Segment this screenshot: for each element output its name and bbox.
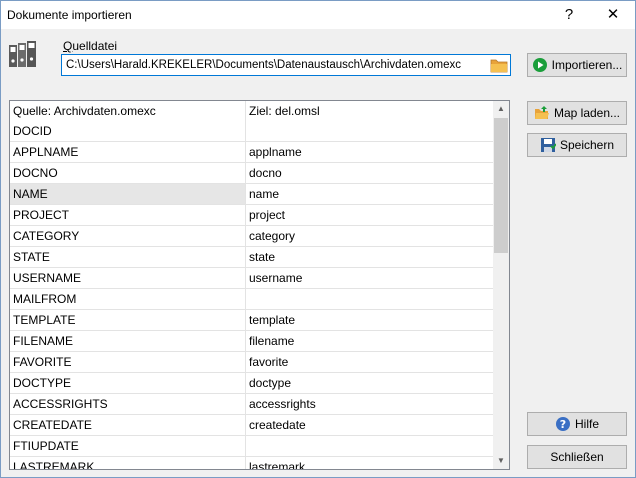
target-field-cell[interactable]: category xyxy=(246,226,493,247)
table-row[interactable]: FAVORITE favorite xyxy=(10,352,493,373)
title-bar: Dokumente importieren ? ✕ xyxy=(1,1,635,29)
target-field-cell[interactable]: template xyxy=(246,310,493,331)
mapping-table[interactable]: Quelle: Archivdaten.omexc Ziel: del.omsl… xyxy=(9,100,510,470)
column-header-source[interactable]: Quelle: Archivdaten.omexc xyxy=(10,101,246,121)
table-rows: DOCID APPLNAME applname DOCNO docno NAME name P… xyxy=(10,121,493,469)
target-field-cell[interactable]: accessrights xyxy=(246,394,493,415)
question-icon: ? xyxy=(555,417,570,431)
target-field-cell[interactable]: applname xyxy=(246,142,493,163)
source-path-value: C:\Users\Harald.KREKELER\Documents\Daten… xyxy=(66,59,462,71)
table-row[interactable]: USERNAME username xyxy=(10,268,493,289)
source-field-cell[interactable]: APPLNAME xyxy=(10,142,246,163)
source-field-cell[interactable]: DOCTYPE xyxy=(10,373,246,394)
source-field-cell[interactable]: ACCESSRIGHTS xyxy=(10,394,246,415)
scrollbar-thumb[interactable] xyxy=(494,118,508,253)
window-title: Dokumente importieren xyxy=(7,8,132,22)
play-icon xyxy=(532,58,547,72)
target-field-cell[interactable]: name xyxy=(246,184,493,205)
vertical-scrollbar[interactable]: ▲ ▼ xyxy=(493,101,509,469)
table-row[interactable]: DOCNO docno xyxy=(10,163,493,184)
source-field-cell[interactable]: LASTREMARK xyxy=(10,457,246,469)
table-row[interactable]: DOCID xyxy=(10,121,493,142)
source-field-cell[interactable]: TEMPLATE xyxy=(10,310,246,331)
target-field-cell[interactable]: project xyxy=(246,205,493,226)
source-field-cell[interactable]: FILENAME xyxy=(10,331,246,352)
target-field-cell[interactable]: username xyxy=(246,268,493,289)
source-field-cell[interactable]: CREATEDATE xyxy=(10,415,246,436)
save-button[interactable]: Speichern xyxy=(527,133,627,157)
table-header: Quelle: Archivdaten.omexc Ziel: del.omsl xyxy=(10,101,493,121)
table-row[interactable]: APPLNAME applname xyxy=(10,142,493,163)
save-button-label: Speichern xyxy=(559,138,615,152)
table-row[interactable]: STATE state xyxy=(10,247,493,268)
help-title-button[interactable]: ? xyxy=(547,1,591,29)
floppy-icon xyxy=(540,138,556,152)
source-field-cell[interactable]: DOCID xyxy=(10,121,246,142)
column-header-target[interactable]: Ziel: del.omsl xyxy=(246,101,493,121)
folder-open-icon xyxy=(534,106,549,119)
source-field-cell[interactable]: CATEGORY xyxy=(10,226,246,247)
table-row[interactable]: CATEGORY category xyxy=(10,226,493,247)
table-row[interactable]: NAME name xyxy=(10,184,493,205)
target-field-cell[interactable] xyxy=(246,121,493,142)
target-field-cell[interactable]: filename xyxy=(246,331,493,352)
target-field-cell[interactable]: lastremark xyxy=(246,457,493,469)
target-field-cell[interactable] xyxy=(246,289,493,310)
target-field-cell[interactable] xyxy=(246,436,493,457)
source-path-input[interactable]: C:\Users\Harald.KREKELER\Documents\Daten… xyxy=(61,54,511,76)
source-field-cell[interactable]: USERNAME xyxy=(10,268,246,289)
binders-icon xyxy=(9,41,36,67)
source-field-cell[interactable]: NAME xyxy=(10,184,246,205)
source-field-cell[interactable]: DOCNO xyxy=(10,163,246,184)
close-button[interactable]: Schließen xyxy=(527,445,627,469)
target-field-cell[interactable]: docno xyxy=(246,163,493,184)
source-file-label: Quelldatei xyxy=(63,39,118,53)
help-button-label: Hilfe xyxy=(574,417,599,431)
source-field-cell[interactable]: MAILFROM xyxy=(10,289,246,310)
table-row[interactable]: FILENAME filename xyxy=(10,331,493,352)
import-button-label: Importieren... xyxy=(551,58,623,72)
close-title-button[interactable]: ✕ xyxy=(591,1,635,29)
table-row[interactable]: MAILFROM xyxy=(10,289,493,310)
source-field-cell[interactable]: FAVORITE xyxy=(10,352,246,373)
target-field-cell[interactable]: doctype xyxy=(246,373,493,394)
folder-icon[interactable] xyxy=(489,56,509,74)
import-dialog: Dokumente importieren ? ✕ Quelldatei C:\… xyxy=(0,0,636,478)
source-field-cell[interactable]: FTIUPDATE xyxy=(10,436,246,457)
source-field-cell[interactable]: STATE xyxy=(10,247,246,268)
import-button[interactable]: Importieren... xyxy=(527,53,627,77)
target-field-cell[interactable]: favorite xyxy=(246,352,493,373)
table-row[interactable]: ACCESSRIGHTS accessrights xyxy=(10,394,493,415)
table-row[interactable]: CREATEDATE createdate xyxy=(10,415,493,436)
target-field-cell[interactable]: createdate xyxy=(246,415,493,436)
scroll-down-icon[interactable]: ▼ xyxy=(493,453,509,469)
svg-text:?: ? xyxy=(560,418,566,431)
table-row[interactable]: LASTREMARK lastremark xyxy=(10,457,493,469)
source-field-cell[interactable]: PROJECT xyxy=(10,205,246,226)
table-row[interactable]: PROJECT project xyxy=(10,205,493,226)
map-load-button-label: Map laden... xyxy=(553,106,621,120)
close-button-label: Schließen xyxy=(550,450,604,464)
table-row[interactable]: DOCTYPE doctype xyxy=(10,373,493,394)
map-load-button[interactable]: Map laden... xyxy=(527,101,627,125)
table-row[interactable]: TEMPLATE template xyxy=(10,310,493,331)
target-field-cell[interactable]: state xyxy=(246,247,493,268)
table-row[interactable]: FTIUPDATE xyxy=(10,436,493,457)
help-button[interactable]: ? Hilfe xyxy=(527,412,627,436)
scroll-up-icon[interactable]: ▲ xyxy=(493,101,509,117)
